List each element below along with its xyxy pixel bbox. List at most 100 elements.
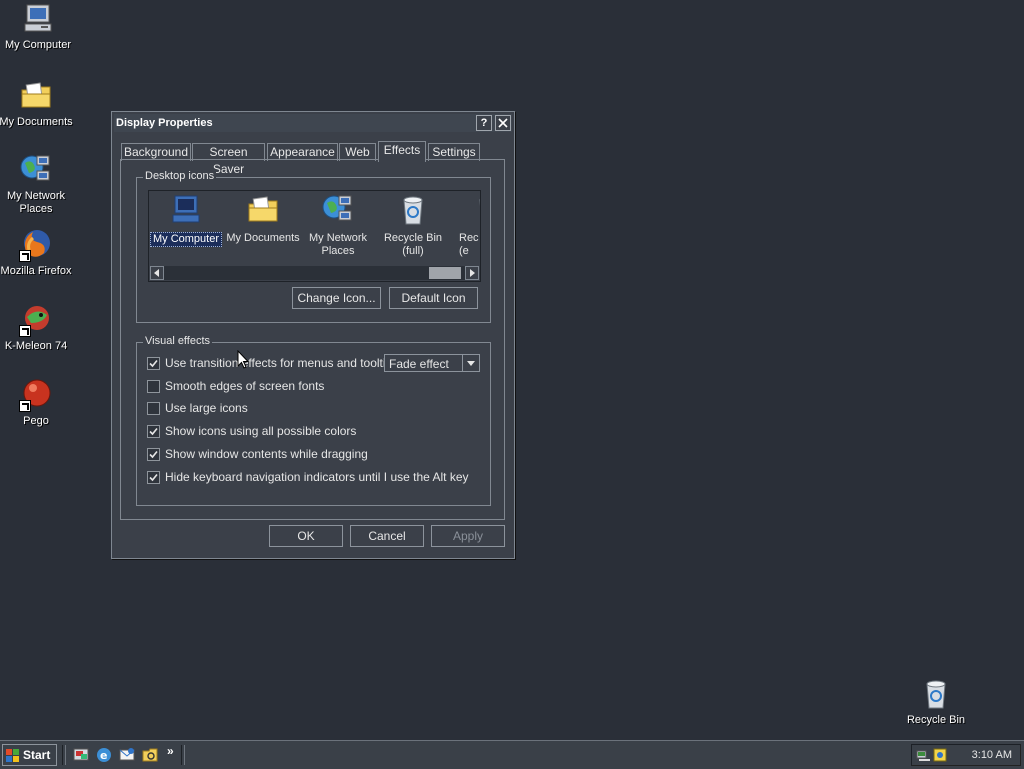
folder-documents-icon	[248, 196, 278, 222]
effects-tab-panel: Desktop icons My Computer My Documents M…	[120, 159, 505, 520]
ok-button[interactable]: OK	[269, 525, 343, 547]
kmeleon-icon	[19, 303, 53, 337]
desktop-icon-label: K-Meleon 74	[4, 340, 68, 352]
computer-icon	[172, 195, 200, 223]
chevron-down-icon[interactable]	[462, 355, 479, 371]
checkbox[interactable]	[147, 425, 160, 438]
group-title: Desktop icons	[143, 170, 217, 182]
system-tray: 3:10 AM	[911, 744, 1021, 766]
taskbar-separator	[62, 745, 66, 765]
tab-effects[interactable]: Effects	[378, 141, 426, 162]
show-desktop-icon[interactable]	[72, 746, 90, 764]
desktop-icon-label: Pego	[23, 415, 49, 427]
visual-effects-group: Visual effects Use transition effects fo…	[136, 335, 491, 506]
desktop-icons-list[interactable]: My Computer My Documents My Network Plac…	[148, 190, 481, 282]
arrow-right-icon	[470, 269, 475, 277]
list-item[interactable]: Rec (e	[451, 193, 480, 258]
list-item-label: My Network Places	[308, 232, 368, 257]
option-smooth-edges[interactable]: Smooth edges of screen fonts	[147, 378, 347, 396]
close-icon	[498, 118, 508, 128]
list-item-label: Recycle Bin (full)	[383, 232, 443, 257]
transition-effect-select[interactable]: Fade effect	[384, 354, 480, 372]
pego-icon	[19, 378, 53, 412]
mouse-cursor-icon	[237, 350, 249, 369]
firefox-icon	[19, 228, 53, 262]
option-large-icons[interactable]: Use large icons	[147, 400, 347, 418]
recycle-bin-icon	[919, 677, 953, 711]
taskbar: Start e » 3:10 AM	[0, 740, 1024, 769]
network-icon	[322, 195, 352, 221]
quick-launch-overflow-button[interactable]: »	[167, 744, 174, 758]
list-item-label: My Computer	[149, 232, 223, 247]
scroll-right-button[interactable]	[465, 266, 479, 280]
dialog-titlebar[interactable]: Display Properties ?	[114, 114, 512, 132]
checkbox[interactable]	[147, 402, 160, 415]
dialog-title: Display Properties	[116, 117, 213, 129]
checkbox-label: Show window contents while dragging	[165, 447, 368, 461]
option-transition-effects[interactable]: Use transition effects for menus and too…	[147, 355, 398, 373]
checkbox[interactable]	[147, 471, 160, 484]
horizontal-scrollbar[interactable]	[150, 266, 479, 280]
close-button[interactable]	[495, 115, 511, 131]
change-icon-button[interactable]: Change Icon...	[292, 287, 381, 309]
list-item[interactable]: My Network Places	[300, 193, 376, 258]
outlook-express-icon[interactable]	[118, 746, 136, 764]
help-button[interactable]: ?	[476, 115, 492, 131]
recycle-bin-full-icon	[403, 196, 423, 225]
desktop-icon-my-documents[interactable]: My Documents	[0, 79, 74, 129]
checkbox-label: Use large icons	[165, 401, 248, 415]
desktop-icon-label: My Network Places	[6, 190, 66, 215]
start-button[interactable]: Start	[2, 744, 57, 766]
desktop-icon-network-places[interactable]: My Network Places	[0, 153, 74, 216]
folder-documents-icon	[19, 79, 53, 113]
windows-logo-icon	[6, 749, 19, 762]
start-label: Start	[23, 748, 51, 762]
shortcut-arrow-icon	[19, 400, 31, 412]
option-all-colors[interactable]: Show icons using all possible colors	[147, 423, 356, 441]
list-item[interactable]: Recycle Bin (full)	[375, 193, 451, 258]
windows-explorer-icon[interactable]	[141, 746, 159, 764]
option-window-contents-dragging[interactable]: Show window contents while dragging	[147, 446, 368, 464]
computer-icon	[21, 2, 55, 36]
arrow-left-icon	[154, 269, 159, 277]
desktop-icon-label: My Documents	[0, 116, 73, 128]
svg-text:e: e	[100, 749, 107, 762]
desktop-icon-my-computer[interactable]: My Computer	[0, 2, 76, 52]
network-icon	[19, 153, 53, 187]
select-value: Fade effect	[389, 357, 449, 371]
apply-button[interactable]: Apply	[431, 525, 505, 547]
check-icon	[149, 473, 158, 482]
tray-app-icon[interactable]	[932, 747, 948, 763]
desktop-icon-pego[interactable]: Pego	[0, 378, 74, 428]
desktop-icon-recycle-bin[interactable]: Recycle Bin	[898, 677, 974, 727]
display-properties-dialog: Display Properties ? Background Screen S…	[111, 111, 515, 559]
desktop-icon-kmeleon[interactable]: K-Meleon 74	[0, 303, 74, 353]
taskbar-separator	[181, 745, 185, 765]
recycle-bin-empty-icon	[479, 198, 480, 207]
list-item-label: Rec (e	[459, 232, 479, 257]
checkbox[interactable]	[147, 448, 160, 461]
desktop-icon-label: Mozilla Firefox	[0, 265, 72, 277]
checkbox-label: Show icons using all possible colors	[165, 424, 357, 438]
cancel-button[interactable]: Cancel	[350, 525, 424, 547]
shortcut-arrow-icon	[19, 250, 31, 262]
default-icon-button[interactable]: Default Icon	[389, 287, 478, 309]
list-item[interactable]: My Computer	[149, 193, 224, 247]
scroll-left-button[interactable]	[150, 266, 164, 280]
scroll-thumb[interactable]	[429, 267, 461, 279]
checkbox-label: Smooth edges of screen fonts	[165, 379, 325, 393]
network-connection-icon[interactable]	[916, 747, 932, 763]
desktop-icon-label: My Computer	[4, 39, 72, 51]
list-item-label: My Documents	[226, 232, 300, 244]
checkbox[interactable]	[147, 380, 160, 393]
checkbox[interactable]	[147, 357, 160, 370]
desktop-icon-firefox[interactable]: Mozilla Firefox	[0, 228, 74, 278]
checkbox-label: Hide keyboard navigation indicators unti…	[165, 470, 469, 484]
shortcut-arrow-icon	[19, 325, 31, 337]
check-icon	[149, 450, 158, 459]
option-hide-keyboard-indicators[interactable]: Hide keyboard navigation indicators unti…	[147, 469, 469, 487]
clock[interactable]: 3:10 AM	[972, 749, 1012, 761]
desktop-icon-label: Recycle Bin	[906, 714, 966, 726]
list-item[interactable]: My Documents	[225, 193, 301, 245]
internet-explorer-icon[interactable]: e	[95, 746, 113, 764]
